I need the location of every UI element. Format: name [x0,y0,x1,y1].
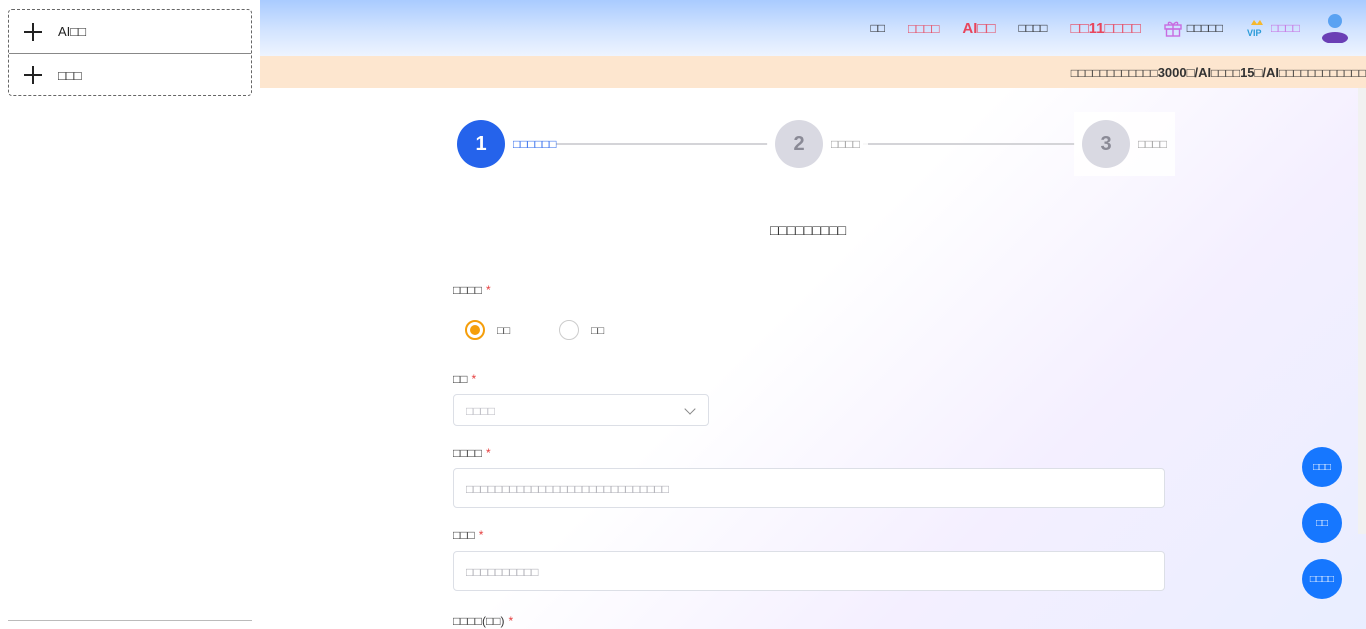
label-text: □□□□(□□) [453,614,505,628]
step-label: □□□□□□ [513,137,557,151]
step-number: 1 [457,120,505,168]
nav-label: □□□□ [907,20,940,36]
notice-banner: □□□□□□□□□□□□3000□/AI□□□□15□/AI□□□□□□□□□□… [260,56,1366,88]
scrollbar[interactable] [1358,88,1366,534]
input-placeholder: □□□□□□□□□□ [466,565,539,579]
vip-icon: VIP [1247,20,1263,37]
keyword-input[interactable]: □□□□□□□□□□ [453,551,1165,591]
banner-unit: □/AI [1254,65,1280,80]
required-mark: * [471,372,477,386]
step-2: 2 □□□□ [767,112,868,176]
nav-label: AI□□ [962,19,996,37]
nav-item-4[interactable]: □□□□ [1019,21,1048,35]
sidebar-menu: AI□□ □□□ [8,9,252,96]
required-mark: * [478,528,484,542]
input-placeholder: □□□□□□□□□□□□□□□□□□□□□□□□□□□□ [466,482,669,496]
form-title: □□□□□□□□□ [769,222,847,238]
required-mark: * [486,283,491,297]
float-button-2[interactable]: □□ [1302,503,1342,543]
step-number: 2 [775,120,823,168]
banner-text: □□□□□□□□□□□□3000□/AI□□□□15□/AI□□□□□□□□□□… [1071,65,1366,80]
float-button-1[interactable]: □□□ [1302,447,1342,487]
float-button-3[interactable]: □□□□ [1302,559,1342,599]
radio-option-1-label[interactable]: □□ [497,325,510,337]
top-bar: □□ □□□□ AI□□ □□□□ □□11□□□□ □□□□□ VIP □□□… [260,0,1366,56]
nav-item-promo[interactable]: □□11□□□□ [1071,20,1141,37]
type-field-label: □□□□ * [453,283,491,297]
sidebar-divider [8,620,252,621]
radio-option-2-label[interactable]: □□ [591,325,604,337]
nav-label: □□ [870,21,885,35]
banner-unit: □/AI [1186,65,1212,80]
sidebar-item-label: AI□□ [58,24,86,39]
banner-number: 15 [1240,65,1255,80]
gift-icon [1164,21,1182,37]
topic-field-label: □□□□ * [453,446,491,460]
keyword-field-label: □□□ * [453,528,483,542]
step-indicator: 1 □□□□□□ 2 □□□□ 3 □□□□ [457,112,1175,176]
nav-label: □□□□□ [1186,21,1223,35]
radio-option-2[interactable] [559,320,579,340]
banner-mid: □□□□ [1211,66,1241,80]
step-label: □□□□ [831,137,860,151]
category-field-label: □□ * [453,372,476,386]
sidebar-item-second[interactable]: □□□ [9,53,251,96]
plus-icon [23,65,43,85]
label-text: □□□ [453,528,475,542]
main-area: □□ □□□□ AI□□ □□□□ □□11□□□□ □□□□□ VIP □□□… [260,0,1366,629]
select-placeholder: □□□□ [466,404,495,418]
chevron-down-icon [684,403,696,415]
sidebar-item-ai-writing[interactable]: AI□□ [9,10,251,53]
label-text: □□□□ [453,446,482,460]
banner-prefix: □□□□□□□□□□□□ [1070,66,1158,80]
label-text: □□□□ [453,283,482,297]
nav-item-ai[interactable]: AI□□ [962,20,995,37]
plus-icon [23,22,43,42]
nav-item-red-1[interactable]: □□□□ [908,21,939,36]
nav-label: □□□□ [1018,21,1048,35]
step-connector [863,143,1075,145]
nav-label: □□□□ [1271,21,1300,35]
topic-input[interactable]: □□□□□□□□□□□□□□□□□□□□□□□□□□□□ [453,468,1165,508]
banner-number: 3000 [1157,65,1187,80]
step-3: 3 □□□□ [1074,112,1175,176]
nav-label: □□11□□□□ [1070,19,1141,37]
nav-item-vip[interactable]: VIP □□□□ [1246,19,1300,37]
required-mark: * [486,446,491,460]
wordcount-field-label: □□□□(□□) * [453,614,513,628]
nav-item-gift[interactable]: □□□□□ [1164,20,1223,37]
svg-text:VIP: VIP [1247,28,1262,37]
avatar[interactable] [1321,13,1349,43]
sidebar: AI□□ □□□ [0,0,260,629]
top-nav: □□ □□□□ AI□□ □□□□ □□11□□□□ □□□□□ VIP □□□… [870,0,1366,56]
banner-suffix: □□□□□□□□□□□□ [1279,66,1366,80]
step-connector [556,143,768,145]
category-select[interactable]: □□□□ [453,394,709,426]
nav-item-home[interactable]: □□ [870,21,885,35]
step-label: □□□□ [1138,137,1167,151]
step-number: 3 [1082,120,1130,168]
radio-option-1[interactable] [465,320,485,340]
sidebar-item-label: □□□ [58,67,82,83]
required-mark: * [508,614,514,628]
label-text: □□ [453,372,468,386]
step-1: 1 □□□□□□ [449,112,565,176]
